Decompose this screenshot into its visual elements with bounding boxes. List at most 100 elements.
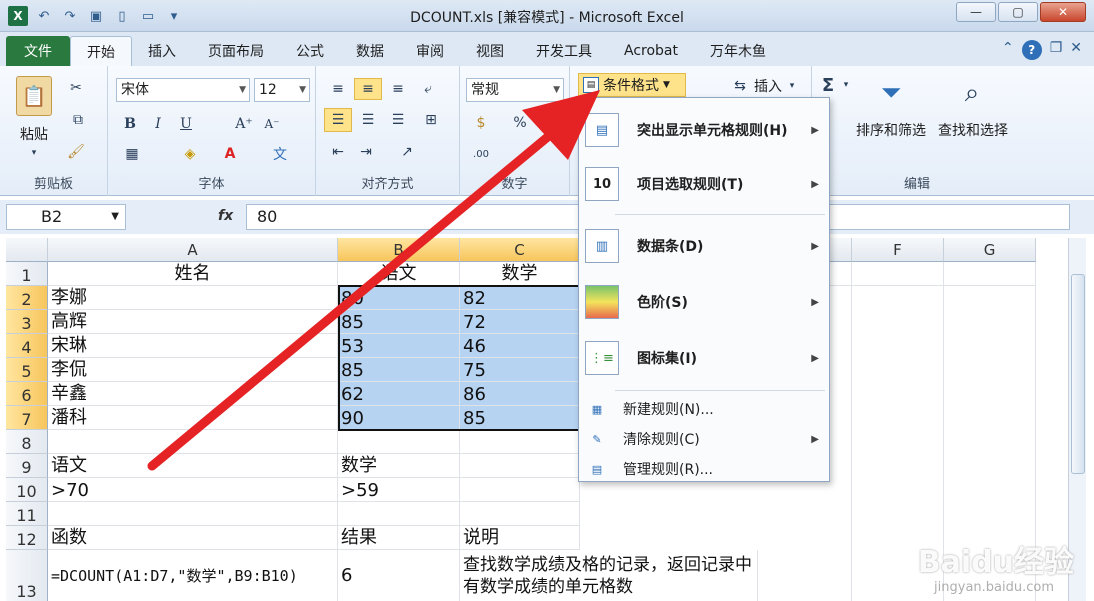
cell-a11[interactable]: [48, 502, 338, 526]
row-header-4[interactable]: 4: [6, 334, 48, 358]
format-painter-icon[interactable]: 🖌: [66, 142, 86, 162]
cell-b1[interactable]: 语文: [338, 262, 460, 286]
menu-item-data-bars[interactable]: ▥ 数据条(D) ▶: [579, 226, 829, 266]
menu-item-highlight-rules[interactable]: ▤ 突出显示单元格规则(H) ▶: [579, 110, 829, 150]
cell-c4[interactable]: 46: [460, 334, 580, 358]
decrease-indent-icon[interactable]: ⇤: [326, 142, 350, 162]
conditional-format-button[interactable]: ▤ 条件格式 ▼: [578, 73, 686, 97]
borders-icon[interactable]: ▦: [120, 144, 144, 164]
paste-button[interactable]: 粘贴: [20, 124, 48, 144]
menu-item-clear-rules[interactable]: ✎ 清除规则(C) ▶: [579, 424, 829, 454]
font-size-select[interactable]: 12 ▼: [254, 78, 310, 102]
cell-c6[interactable]: 86: [460, 382, 580, 406]
merge-center-icon[interactable]: ⊞: [416, 108, 446, 132]
scrollbar-thumb[interactable]: [1071, 274, 1085, 474]
number-format-select[interactable]: 常规 ▼: [466, 78, 564, 102]
sort-filter-button[interactable]: 排序和筛选: [856, 120, 926, 140]
copy-icon[interactable]: ⧉: [66, 110, 90, 130]
cell-a7[interactable]: 潘科: [48, 406, 338, 430]
tab-view[interactable]: 视图: [460, 36, 520, 66]
column-header-a[interactable]: A: [48, 238, 338, 262]
column-header-b[interactable]: B: [338, 238, 460, 262]
cell-b6[interactable]: 62: [338, 382, 460, 406]
underline-button[interactable]: U: [176, 114, 196, 134]
cell-a2[interactable]: 李娜: [48, 286, 338, 310]
select-all-corner[interactable]: [6, 238, 48, 262]
insert-function-icon[interactable]: fx: [218, 208, 233, 224]
shrink-font-icon[interactable]: A⁻: [260, 114, 284, 134]
cell-b4[interactable]: 53: [338, 334, 460, 358]
cell-b3[interactable]: 85: [338, 310, 460, 334]
align-left-icon[interactable]: ☰: [324, 108, 352, 132]
cell-b2[interactable]: 80: [338, 286, 460, 310]
column-header-c[interactable]: C: [460, 238, 580, 262]
font-color-icon[interactable]: A: [218, 144, 242, 164]
row-header-6[interactable]: 6: [6, 382, 48, 406]
cell-f1[interactable]: [852, 262, 944, 286]
menu-item-manage-rules[interactable]: ▤ 管理规则(R)...: [579, 454, 829, 484]
align-right-icon[interactable]: ☰: [386, 108, 410, 132]
fill-color-icon[interactable]: ◈: [178, 144, 202, 164]
cell-b8[interactable]: [338, 430, 460, 454]
autosum-button[interactable]: Σ: [818, 74, 838, 96]
paste-dropdown-icon[interactable]: ▾: [24, 146, 44, 160]
increase-indent-icon[interactable]: ⇥: [354, 142, 378, 162]
cell-a6[interactable]: 辛鑫: [48, 382, 338, 406]
tab-wannian[interactable]: 万年木鱼: [694, 36, 782, 66]
row-header-13[interactable]: 13: [6, 550, 48, 601]
tab-page-layout[interactable]: 页面布局: [192, 36, 280, 66]
row-header-11[interactable]: 11: [6, 502, 48, 526]
minimize-button[interactable]: —: [956, 2, 996, 22]
cell-a5[interactable]: 李侃: [48, 358, 338, 382]
cell-c11[interactable]: [460, 502, 580, 526]
row-header-2[interactable]: 2: [6, 286, 48, 310]
cell-c5[interactable]: 75: [460, 358, 580, 382]
align-top-icon[interactable]: ≡: [326, 78, 350, 100]
insert-cells-icon[interactable]: ⇆: [730, 76, 750, 96]
italic-button[interactable]: I: [148, 114, 168, 134]
cell-c3[interactable]: 72: [460, 310, 580, 334]
cell-a13[interactable]: =DCOUNT(A1:D7,"数学",B9:B10): [48, 550, 338, 601]
cell-c9[interactable]: [460, 454, 580, 478]
row-header-3[interactable]: 3: [6, 310, 48, 334]
cell-b7[interactable]: 90: [338, 406, 460, 430]
row-header-12[interactable]: 12: [6, 526, 48, 550]
find-binoculars-icon[interactable]: ⌕: [952, 72, 992, 114]
cell-b9[interactable]: 数学: [338, 454, 460, 478]
align-middle-icon[interactable]: ≡: [354, 78, 382, 100]
phonetic-icon[interactable]: 文: [268, 144, 292, 164]
row-header-8[interactable]: 8: [6, 430, 48, 454]
cell-a10[interactable]: >70: [48, 478, 338, 502]
cell-c1[interactable]: 数学: [460, 262, 580, 286]
paste-icon[interactable]: 📋: [16, 76, 52, 116]
tab-file[interactable]: 文件: [6, 36, 70, 66]
row-header-10[interactable]: 10: [6, 478, 48, 502]
tab-acrobat[interactable]: Acrobat: [608, 36, 694, 66]
cell-a4[interactable]: 宋琳: [48, 334, 338, 358]
row-header-7[interactable]: 7: [6, 406, 48, 430]
grow-font-icon[interactable]: A⁺: [232, 114, 256, 134]
cell-a3[interactable]: 高辉: [48, 310, 338, 334]
cell-c13[interactable]: 查找数学成绩及格的记录，返回记录中有数学成绩的单元格数: [460, 550, 758, 601]
cell-a8[interactable]: [48, 430, 338, 454]
column-header-g[interactable]: G: [944, 238, 1036, 262]
percent-style-icon[interactable]: %: [510, 112, 530, 134]
tab-data[interactable]: 数据: [340, 36, 400, 66]
cell-c12[interactable]: 说明: [460, 526, 580, 550]
cell-c10[interactable]: [460, 478, 580, 502]
cell-c8[interactable]: [460, 430, 580, 454]
close-button[interactable]: ✕: [1040, 2, 1086, 22]
help-icon[interactable]: ?: [1021, 40, 1042, 60]
column-header-f[interactable]: F: [852, 238, 944, 262]
window-close-icon[interactable]: ✕: [1070, 40, 1082, 60]
cell-c7[interactable]: 85: [460, 406, 580, 430]
tab-home[interactable]: 开始: [70, 36, 132, 66]
tab-formulas[interactable]: 公式: [280, 36, 340, 66]
row-header-1[interactable]: 1: [6, 262, 48, 286]
ribbon-collapse-icon[interactable]: ⌃: [1002, 40, 1014, 60]
font-name-select[interactable]: 宋体 ▼: [116, 78, 250, 102]
bold-button[interactable]: B: [120, 114, 140, 134]
maximize-button[interactable]: ▢: [998, 2, 1038, 22]
menu-item-color-scales[interactable]: 色阶(S) ▶: [579, 282, 829, 322]
menu-item-icon-sets[interactable]: ⋮≡ 图标集(I) ▶: [579, 338, 829, 378]
